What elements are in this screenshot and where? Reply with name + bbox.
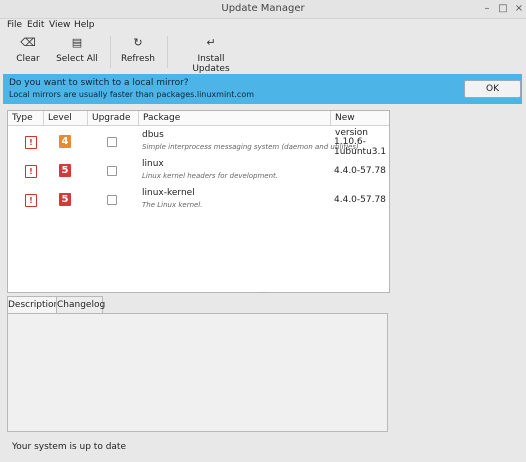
title-bar: Update Manager – □ × (0, 0, 526, 19)
menu-bar: File Edit View Help (0, 18, 526, 32)
package-name: linux-kernel (142, 188, 195, 198)
infobar-title: Do you want to switch to a local mirror? (9, 78, 189, 88)
description-panel (7, 313, 388, 432)
upgrade-checkbox[interactable] (107, 137, 117, 147)
status-bar: Your system is up to date (0, 434, 526, 462)
refresh-label: Refresh (121, 54, 155, 64)
maximize-icon[interactable]: □ (496, 2, 510, 16)
level-badge: 4 (59, 135, 71, 148)
security-update-icon: ! (25, 194, 37, 207)
close-icon[interactable]: × (512, 2, 526, 16)
mirror-infobar: Do you want to switch to a local mirror?… (3, 74, 522, 104)
toolbar-separator (167, 36, 168, 68)
package-description: The Linux kernel. (142, 201, 203, 209)
tab-description[interactable]: Description (7, 296, 59, 314)
refresh-icon: ↻ (133, 36, 143, 49)
document-icon: ▤ (71, 36, 83, 49)
package-description: Linux kernel headers for development. (142, 172, 279, 180)
column-header-upgrade[interactable]: Upgrade (88, 111, 139, 126)
table-row[interactable]: ! 4 dbus Simple interprocess messaging s… (8, 127, 389, 157)
ok-button[interactable]: OK (464, 80, 521, 98)
toolbar-separator (110, 36, 111, 68)
package-version: 1.10.6-1ubuntu3.1 (334, 137, 387, 157)
package-name: dbus (142, 130, 164, 140)
security-update-icon: ! (25, 136, 37, 149)
select-all-label: Select All (56, 54, 98, 64)
window-title: Update Manager (221, 3, 305, 14)
menu-help[interactable]: Help (74, 18, 95, 32)
minimize-icon[interactable]: – (480, 2, 494, 16)
level-badge: 5 (59, 164, 71, 177)
upgrade-checkbox[interactable] (107, 195, 117, 205)
infobar-subtitle: Local mirrors are usually faster than pa… (9, 90, 255, 99)
tab-changelog[interactable]: Changelog (56, 296, 105, 314)
menu-file[interactable]: File (7, 18, 22, 32)
details-notebook: Description Changelog (7, 296, 388, 432)
status-text: Your system is up to date (12, 442, 126, 452)
upgrade-checkbox[interactable] (107, 166, 117, 176)
column-header-type[interactable]: Type (8, 111, 44, 126)
toolbar: ⌫ Clear ▤ Select All ↻ Refresh ↵ Install… (0, 32, 526, 74)
clear-button[interactable]: ⌫ Clear (8, 32, 48, 72)
updates-table: Type Level Upgrade Package New version !… (7, 110, 390, 293)
column-header-new-version[interactable]: New version (331, 111, 389, 138)
install-updates-button[interactable]: ↵ Install Updates (178, 32, 244, 74)
security-update-icon: ! (25, 165, 37, 178)
column-header-level[interactable]: Level (44, 111, 88, 126)
backspace-icon: ⌫ (20, 36, 36, 49)
column-header-package[interactable]: Package (139, 111, 331, 126)
level-badge: 5 (59, 193, 71, 206)
clear-label: Clear (16, 54, 40, 64)
menu-view[interactable]: View (49, 18, 70, 32)
menu-edit[interactable]: Edit (27, 18, 44, 32)
package-description: Simple interprocess messaging system (da… (142, 143, 359, 151)
select-all-button[interactable]: ▤ Select All (55, 32, 99, 72)
table-row[interactable]: ! 5 linux Linux kernel headers for devel… (8, 156, 389, 185)
table-row[interactable]: ! 5 linux-kernel The Linux kernel. 4.4.0… (8, 185, 389, 214)
package-version: 4.4.0-57.78 (334, 166, 386, 176)
package-version: 4.4.0-57.78 (334, 195, 386, 205)
refresh-button[interactable]: ↻ Refresh (118, 32, 158, 72)
install-updates-label: Install Updates (192, 54, 230, 74)
package-name: linux (142, 159, 164, 169)
install-icon: ↵ (206, 36, 216, 49)
pane-splitter-handle[interactable]: ···· (255, 291, 271, 297)
